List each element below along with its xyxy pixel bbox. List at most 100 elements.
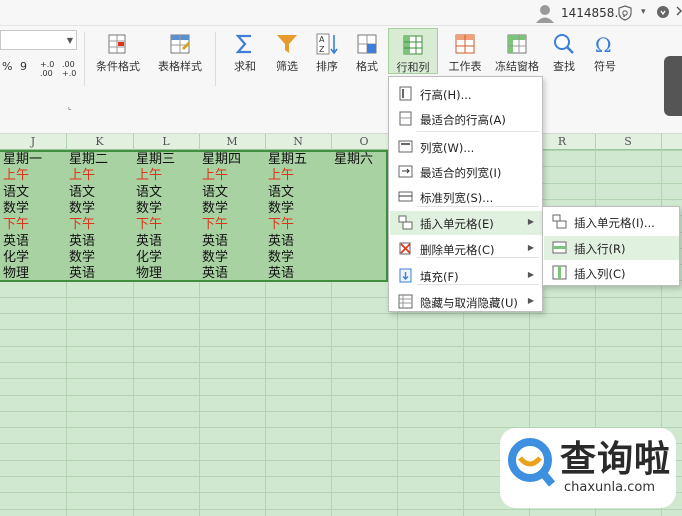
submenu-arrow-icon: ▶	[527, 296, 534, 305]
table-style-button[interactable]: 表格样式	[150, 28, 210, 74]
cell-j-row6[interactable]: 英语	[3, 234, 29, 250]
cell-j-row8[interactable]: 物理	[3, 266, 29, 282]
format-button[interactable]: 格式	[348, 28, 386, 74]
cell-l-row7[interactable]: 化学	[136, 250, 162, 266]
grid-line-horizontal	[0, 345, 682, 347]
menu-item-column-width[interactable]: 列宽(W)...	[390, 135, 542, 159]
increase-decimal-button[interactable]: +.0 .00	[40, 60, 58, 78]
menu-item-autofit-row-height[interactable]: 最适合的行高(A)	[390, 107, 542, 131]
filter-button[interactable]: 筛选	[268, 28, 306, 74]
rows-cols-menu: 行高(H)... 最适合的行高(A) 列宽(W)... 最适合的列宽(I) 标准列宽(S…	[388, 76, 543, 312]
cell-j-row3[interactable]: 语文	[3, 185, 29, 201]
cell-n-row4[interactable]: 数学	[268, 201, 294, 217]
cell-l-row3[interactable]: 语文	[136, 185, 162, 201]
grid-line-horizontal	[0, 508, 682, 510]
freeze-panes-button[interactable]: 冻结窗格	[492, 28, 542, 74]
format-label: 格式	[356, 60, 378, 73]
insert-cells-submenu: 插入单元格(I)... 插入行(R) 插入列(C)	[542, 206, 680, 286]
cell-m-row1[interactable]: 星期四	[202, 152, 241, 168]
cell-j-row2[interactable]: 上午	[3, 168, 29, 184]
decrease-decimal-button[interactable]: .00 +.0	[62, 60, 80, 78]
cell-m-row2[interactable]: 上午	[202, 168, 228, 184]
account-caret-icon[interactable]: ▾	[641, 7, 646, 17]
submenu-arrow-icon: ▶	[527, 270, 534, 279]
cell-k-row7[interactable]: 数学	[69, 250, 95, 266]
cell-j-row1[interactable]: 星期一	[3, 152, 42, 168]
cell-n-row2[interactable]: 上午	[268, 168, 294, 184]
rows-cols-button[interactable]: 行和列	[388, 28, 438, 74]
column-header-s[interactable]: S	[595, 135, 661, 148]
ribbon-divider	[84, 32, 85, 86]
rows-cols-label: 行和列	[396, 61, 430, 74]
cell-l-row2[interactable]: 上午	[136, 168, 162, 184]
insert-column-icon	[552, 265, 567, 280]
cell-l-row6[interactable]: 英语	[136, 234, 162, 250]
cell-n-row7[interactable]: 数学	[268, 250, 294, 266]
cell-m-row5[interactable]: 下午	[202, 217, 228, 233]
submenu-item-label: 插入单元格(I)...	[574, 216, 655, 230]
side-panel-tab[interactable]	[664, 56, 682, 116]
cell-l-row8[interactable]: 物理	[136, 266, 162, 282]
cell-n-row8[interactable]: 英语	[268, 266, 294, 282]
cell-k-row3[interactable]: 语文	[69, 185, 95, 201]
percent-style-button[interactable]: %	[2, 60, 12, 73]
cell-n-row5[interactable]: 下午	[268, 217, 294, 233]
cell-k-row6[interactable]: 英语	[69, 234, 95, 250]
column-header-m[interactable]: M	[199, 135, 265, 148]
cell-k-row8[interactable]: 英语	[69, 266, 95, 282]
column-header-l[interactable]: L	[133, 135, 199, 148]
autofit-column-width-icon	[398, 165, 413, 178]
user-avatar-icon[interactable]	[534, 3, 556, 23]
cell-l-row1[interactable]: 星期三	[136, 152, 175, 168]
help-icon[interactable]	[656, 5, 670, 19]
grid-line-horizontal	[0, 313, 682, 314]
sum-button[interactable]: 求和	[226, 28, 264, 74]
menu-item-insert-cells[interactable]: 插入单元格(E) ▶	[390, 211, 542, 235]
find-button[interactable]: 查找	[544, 28, 584, 74]
sort-button[interactable]: A Z 排序	[308, 28, 346, 74]
cell-m-row3[interactable]: 语文	[202, 185, 228, 201]
menu-item-label: 插入单元格(E)	[420, 217, 494, 231]
cell-j-row4[interactable]: 数学	[3, 201, 29, 217]
selected-range[interactable]	[0, 150, 388, 282]
cell-k-row5[interactable]: 下午	[69, 217, 95, 233]
cell-m-row8[interactable]: 英语	[202, 266, 228, 282]
cell-j-row5[interactable]: 下午	[3, 217, 29, 233]
collapse-ribbon-icon[interactable]	[675, 5, 682, 19]
submenu-arrow-icon: ▶	[527, 217, 534, 226]
number-format-combo[interactable]: ▼	[0, 30, 77, 50]
cell-m-row7[interactable]: 数学	[202, 250, 228, 266]
column-header-j[interactable]: J	[0, 135, 66, 148]
column-header-n[interactable]: N	[265, 135, 331, 148]
cell-n-row3[interactable]: 语文	[268, 185, 294, 201]
cell-k-row2[interactable]: 上午	[69, 168, 95, 184]
submenu-item-insert-column[interactable]: 插入列(C)	[544, 261, 679, 285]
submenu-item-insert-cells[interactable]: 插入单元格(I)...	[544, 210, 679, 234]
symbol-button[interactable]: Ω 符号	[586, 28, 624, 74]
cell-j-row7[interactable]: 化学	[3, 250, 29, 266]
menu-item-hide-unhide[interactable]: 隐藏与取消隐藏(U) ▶	[390, 290, 542, 314]
menu-item-row-height[interactable]: 行高(H)...	[390, 82, 542, 106]
cell-k-row4[interactable]: 数学	[69, 201, 95, 217]
submenu-item-insert-row[interactable]: 插入行(R)	[544, 236, 679, 260]
column-header-k[interactable]: K	[66, 135, 133, 148]
table-style-label: 表格样式	[158, 60, 202, 73]
cell-m-row6[interactable]: 英语	[202, 234, 228, 250]
comma-style-button[interactable]: 9	[20, 60, 27, 73]
cell-l-row5[interactable]: 下午	[136, 217, 162, 233]
sum-label: 求和	[234, 60, 256, 73]
insert-cells-icon	[398, 215, 413, 230]
cell-m-row4[interactable]: 数学	[202, 201, 228, 217]
worksheet-button[interactable]: 工作表	[440, 28, 490, 74]
menu-separator	[417, 284, 539, 285]
cell-o-row1[interactable]: 星期六	[334, 152, 373, 168]
shield-settings-icon[interactable]	[617, 5, 633, 21]
cell-l-row4[interactable]: 数学	[136, 201, 162, 217]
conditional-format-button[interactable]: 条件格式	[88, 28, 148, 74]
cell-n-row6[interactable]: 英语	[268, 234, 294, 250]
menu-item-autofit-column-width[interactable]: 最适合的列宽(I)	[390, 160, 542, 184]
cell-n-row1[interactable]: 星期五	[268, 152, 307, 168]
dialog-launcher-icon[interactable]: ⌞	[68, 102, 72, 111]
cell-k-row1[interactable]: 星期二	[69, 152, 108, 168]
menu-item-label: 最适合的行高(A)	[420, 113, 506, 127]
